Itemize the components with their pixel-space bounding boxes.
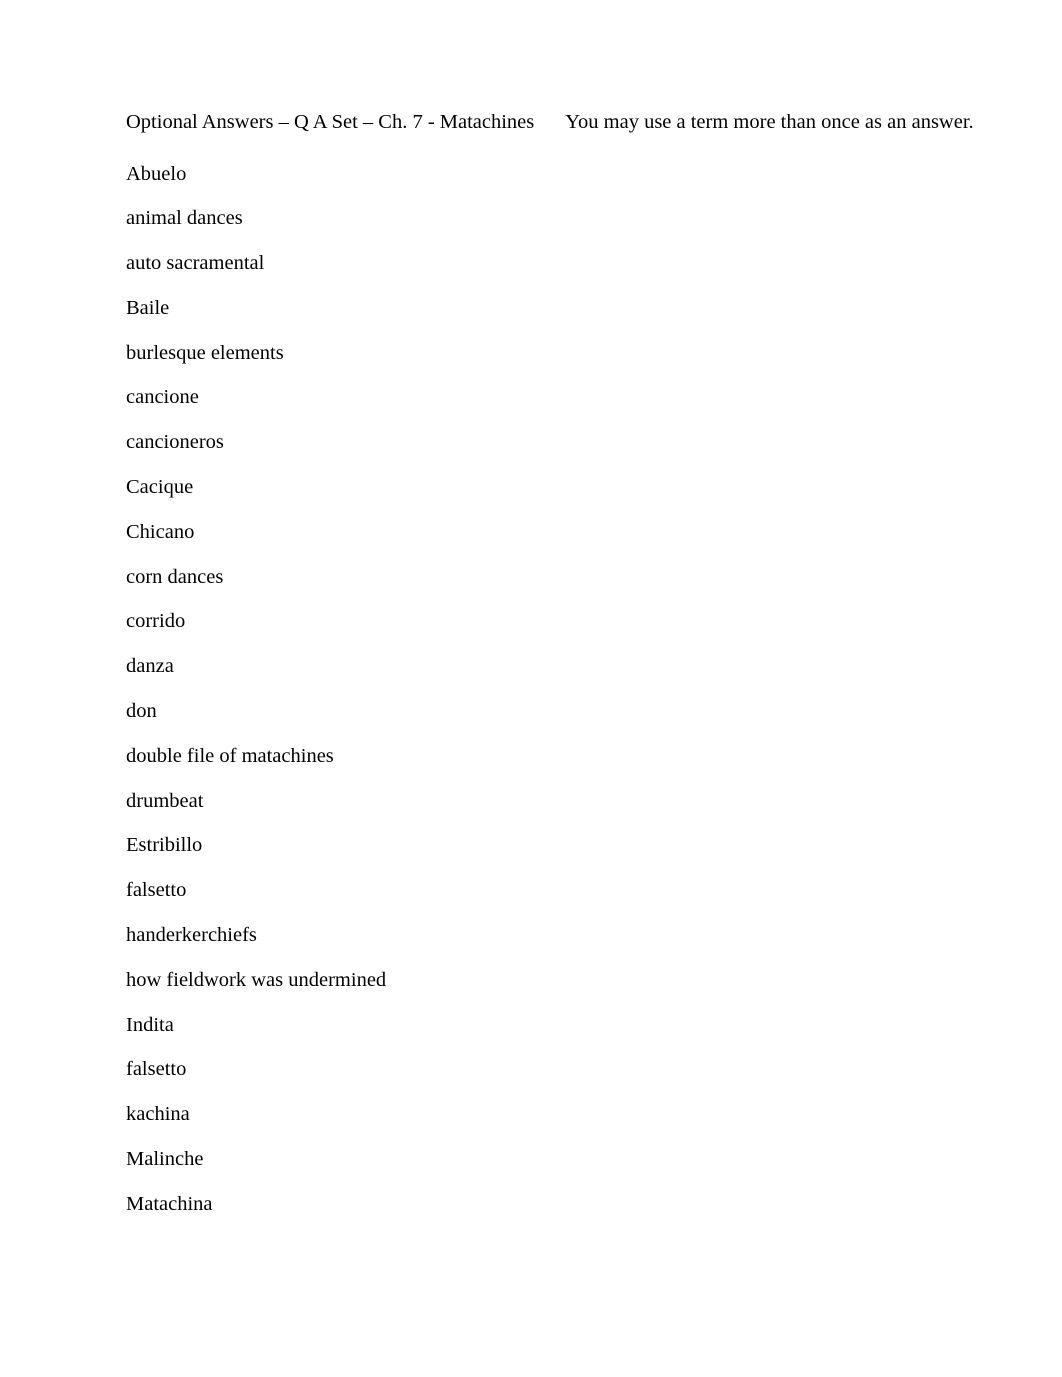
term-item: danza xyxy=(126,655,174,678)
term-item: Indita xyxy=(126,1013,174,1036)
term-item: falsetto xyxy=(126,1058,187,1081)
term-item: kachina xyxy=(126,1103,190,1126)
term-item: Estribillo xyxy=(126,834,203,857)
term-item: Cacique xyxy=(126,476,194,499)
term-item: Matachina xyxy=(126,1192,213,1215)
term-item: falsetto xyxy=(126,879,187,902)
document-body: Optional Answers – Q A Set – Ch. 7 - Mat… xyxy=(126,111,974,1215)
term-item: cancioneros xyxy=(126,431,224,454)
page-title: Optional Answers – Q A Set – Ch. 7 - Mat… xyxy=(126,111,535,133)
term-item: Baile xyxy=(126,296,170,319)
term-item: auto sacramental xyxy=(126,252,265,275)
term-item: corrido xyxy=(126,610,186,633)
term-item: Abuelo xyxy=(126,162,187,185)
instruction-note: You may use a term more than once as an … xyxy=(565,111,974,133)
document-page: Optional Answers – Q A Set – Ch. 7 - Mat… xyxy=(0,0,1062,1377)
term-item: don xyxy=(126,700,157,723)
term-list: Abuelo animal dances auto sacramental Baile… xyxy=(126,162,936,1215)
term-item: handerkerchiefs xyxy=(126,924,257,947)
term-item: how fieldwork was undermined xyxy=(126,968,387,991)
term-item: cancione xyxy=(126,386,199,409)
term-item: corn dances xyxy=(126,565,224,588)
term-item: burlesque elements xyxy=(126,341,284,364)
document-header-line: Optional Answers – Q A Set – Ch. 7 - Mat… xyxy=(126,111,974,133)
term-item: Malinche xyxy=(126,1148,204,1171)
term-item: Chicano xyxy=(126,520,195,543)
term-item: animal dances xyxy=(126,207,243,230)
term-item: double file of matachines xyxy=(126,744,334,767)
term-item: drumbeat xyxy=(126,789,204,812)
